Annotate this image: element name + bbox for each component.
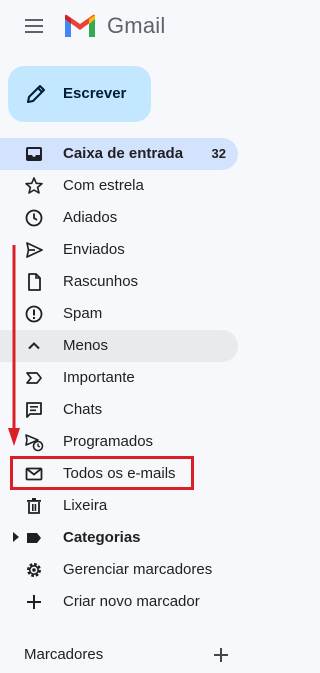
inbox-icon bbox=[26, 147, 42, 161]
sidebar-item-label: Com estrela bbox=[63, 177, 144, 194]
pencil-icon bbox=[27, 85, 45, 103]
sidebar-nav: Caixa de entrada 32 Com estrela Adiados … bbox=[0, 138, 256, 618]
send-icon bbox=[26, 242, 43, 258]
draft-file-icon bbox=[28, 273, 41, 291]
top-bar: Gmail bbox=[0, 0, 256, 54]
sidebar-item-label: Criar novo marcador bbox=[63, 593, 200, 610]
sidebar-item-label: Chats bbox=[63, 401, 103, 418]
clock-icon bbox=[25, 209, 43, 227]
sidebar-item-categories[interactable]: Categorias bbox=[0, 522, 238, 554]
sidebar-item-less[interactable]: Menos bbox=[0, 330, 238, 362]
sidebar-item-scheduled[interactable]: Programados bbox=[0, 426, 238, 458]
gmail-logo-icon[interactable] bbox=[63, 13, 97, 39]
sidebar-item-label: Importante bbox=[63, 369, 135, 386]
highlight-annotation-box bbox=[10, 456, 194, 490]
sidebar-item-label: Menos bbox=[63, 337, 109, 354]
sidebar-item-snoozed[interactable]: Adiados bbox=[0, 202, 238, 234]
sidebar-item-chats[interactable]: Chats bbox=[0, 394, 238, 426]
spam-alert-icon bbox=[25, 305, 43, 323]
chat-icon bbox=[26, 402, 42, 418]
important-label-icon bbox=[26, 372, 42, 384]
sidebar-item-label: Adiados bbox=[63, 209, 118, 226]
add-label-plus-icon[interactable] bbox=[211, 645, 231, 665]
unread-count: 32 bbox=[211, 146, 226, 161]
labels-section-title: Marcadores bbox=[24, 646, 104, 663]
compose-button[interactable]: Escrever bbox=[8, 66, 151, 122]
expand-caret-icon[interactable] bbox=[13, 532, 19, 542]
sidebar-item-important[interactable]: Importante bbox=[0, 362, 238, 394]
gear-icon bbox=[27, 563, 41, 577]
sidebar-item-label: Spam bbox=[63, 305, 103, 322]
hamburger-menu-icon[interactable] bbox=[24, 16, 44, 36]
sidebar-item-label: Categorias bbox=[63, 529, 141, 546]
sidebar-item-trash[interactable]: Lixeira bbox=[0, 490, 238, 522]
sidebar-item-spam[interactable]: Spam bbox=[0, 298, 238, 330]
sidebar-item-sent[interactable]: Enviados bbox=[0, 234, 238, 266]
label-tag-icon bbox=[27, 533, 41, 543]
compose-label: Escrever bbox=[63, 85, 127, 102]
star-icon bbox=[25, 177, 43, 194]
trash-icon bbox=[27, 498, 41, 514]
chevron-up-icon bbox=[28, 342, 40, 350]
sidebar-item-manage-labels[interactable]: Gerenciar marcadores bbox=[0, 554, 238, 586]
sidebar-item-label: Gerenciar marcadores bbox=[63, 561, 213, 578]
sidebar-item-label: Caixa de entrada bbox=[63, 145, 184, 162]
sidebar-item-label: Programados bbox=[63, 433, 154, 450]
sidebar-item-inbox[interactable]: Caixa de entrada 32 bbox=[0, 138, 238, 170]
scheduled-send-icon bbox=[25, 434, 44, 452]
sidebar-item-label: Rascunhos bbox=[63, 273, 139, 290]
sidebar-item-create-label[interactable]: Criar novo marcador bbox=[0, 586, 238, 618]
sidebar-item-starred[interactable]: Com estrela bbox=[0, 170, 238, 202]
plus-icon bbox=[27, 595, 41, 609]
sidebar-item-label: Enviados bbox=[63, 241, 125, 258]
app-name: Gmail bbox=[107, 13, 166, 38]
sidebar-item-drafts[interactable]: Rascunhos bbox=[0, 266, 238, 298]
sidebar-item-label: Lixeira bbox=[63, 497, 108, 514]
